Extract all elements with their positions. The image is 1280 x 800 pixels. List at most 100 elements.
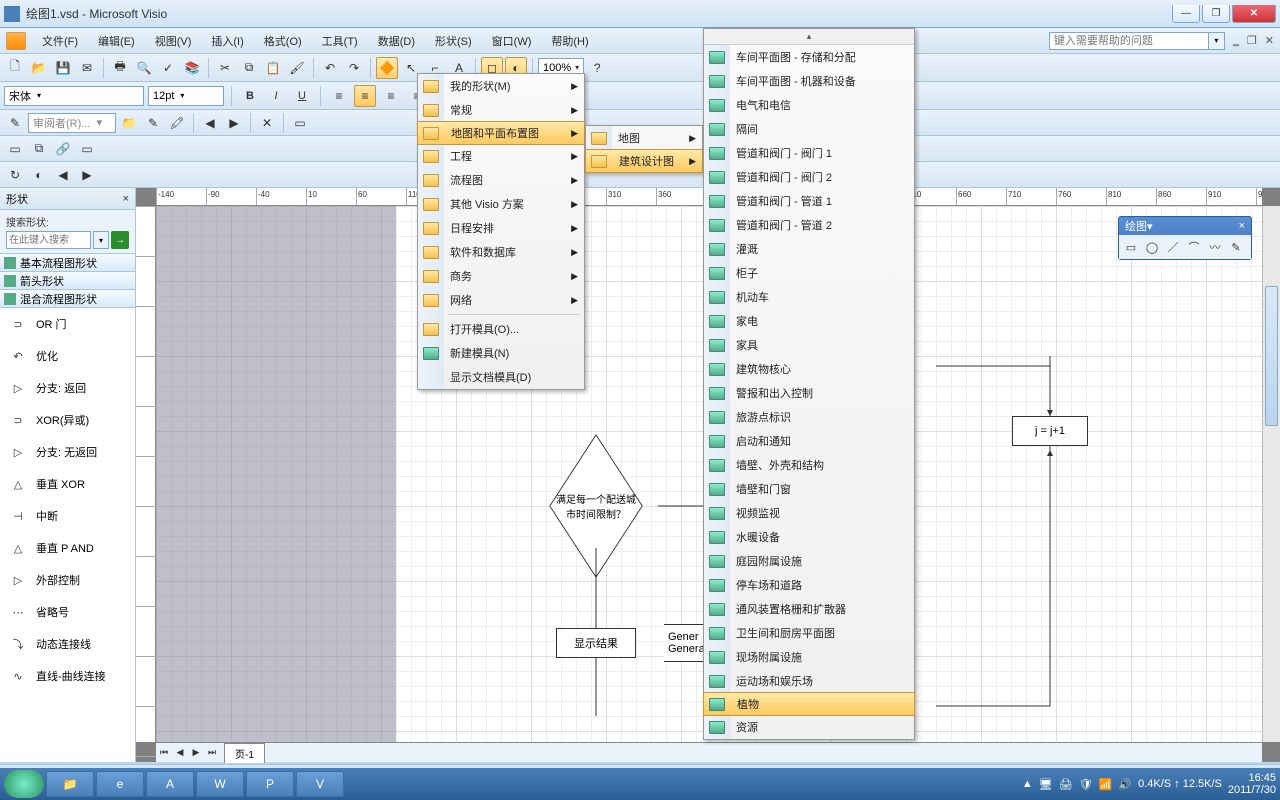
menu-item[interactable]: 建筑物核心 (704, 357, 914, 381)
menu-window[interactable]: 窗口(W) (484, 30, 540, 52)
shape-item[interactable]: ⋯省略号 (0, 596, 135, 628)
menu-item[interactable]: 运动场和娱乐场 (704, 669, 914, 693)
menu-item[interactable]: 旅游点标识 (704, 405, 914, 429)
process-node-1[interactable]: 显示结果 (556, 628, 636, 658)
menu-item[interactable]: 柜子 (704, 261, 914, 285)
menu-item[interactable]: 警报和出入控制 (704, 381, 914, 405)
close-button[interactable]: ✕ (1232, 5, 1276, 23)
shape-item[interactable]: ↶优化 (0, 340, 135, 372)
menu-item[interactable]: 墙壁和门窗 (704, 477, 914, 501)
menu-item[interactable]: 地图▶ (586, 126, 702, 150)
undo-button[interactable]: ↶ (319, 57, 341, 79)
shape-item[interactable]: ∿直线-曲线连接 (0, 660, 135, 692)
menu-item[interactable]: 家电 (704, 309, 914, 333)
menu-item[interactable]: 通风装置格栅和扩散器 (704, 597, 914, 621)
shape-item[interactable]: ⊃OR 门 (0, 308, 135, 340)
menu-item[interactable]: 其他 Visio 方案▶ (418, 192, 584, 216)
stencil-arrow[interactable]: 箭头形状 (0, 272, 135, 290)
menu-item[interactable]: 启动和通知 (704, 429, 914, 453)
decision-node[interactable]: 满足每一个配送城市时间限制？ (536, 464, 656, 548)
menu-item[interactable]: 工程▶ (418, 144, 584, 168)
clock[interactable]: 16:452011/7/30 (1228, 772, 1276, 796)
draw-arc[interactable]: ⌒ (1185, 238, 1203, 256)
page-tab-1[interactable]: 页-1 (224, 743, 265, 763)
shapes-search-go[interactable]: → (111, 231, 129, 249)
menu-item[interactable]: 车间平面图 - 存储和分配 (704, 45, 914, 69)
menu-data[interactable]: 数据(D) (370, 30, 423, 52)
shape-item[interactable]: ▷分支: 返回 (0, 372, 135, 404)
shape-item[interactable]: △垂直 P AND (0, 532, 135, 564)
open-button[interactable]: 📂 (28, 57, 50, 79)
new-button[interactable]: 🗋 (4, 57, 26, 79)
taskbar-explorer[interactable]: 📁 (46, 771, 94, 797)
copy-button[interactable]: ⧉ (238, 57, 260, 79)
menu-item[interactable]: 显示文档模具(D) (418, 365, 584, 389)
rev-next-button[interactable]: ▶ (223, 112, 245, 134)
menu-item[interactable]: 机动车 (704, 285, 914, 309)
rev-pane-button[interactable]: ▭ (289, 112, 311, 134)
research-button[interactable]: 📚 (181, 57, 203, 79)
drawing-close[interactable]: × (1239, 220, 1245, 232)
shapes-close-button[interactable]: × (123, 193, 129, 205)
ex2-1[interactable]: ↻ (4, 164, 26, 186)
menu-item[interactable]: 商务▶ (418, 264, 584, 288)
visio-icon[interactable] (6, 32, 26, 50)
tab-next[interactable]: ▶ (188, 745, 204, 761)
menu-format[interactable]: 格式(O) (256, 30, 310, 52)
drawing-menu-icon[interactable]: ▾ (1147, 220, 1153, 233)
doc-close[interactable]: ✕ (1265, 34, 1274, 47)
maximize-button[interactable]: ❐ (1202, 5, 1230, 23)
ex-1[interactable]: ▭ (4, 138, 26, 160)
stencil-basic[interactable]: 基本流程图形状 (0, 254, 135, 272)
tab-prev[interactable]: ◀ (172, 745, 188, 761)
rev-pen-button[interactable]: ✎ (142, 112, 164, 134)
menu-item[interactable]: 日程安排▶ (418, 216, 584, 240)
menu-item[interactable]: 隔间 (704, 117, 914, 141)
reviewer-select[interactable]: 审阅者(R)...▾ (28, 113, 116, 133)
menu-item[interactable]: 家具 (704, 333, 914, 357)
start-button[interactable] (4, 770, 44, 798)
menu-item[interactable]: 庭园附属设施 (704, 549, 914, 573)
menu-item[interactable]: 软件和数据库▶ (418, 240, 584, 264)
align-left-button[interactable]: ≡ (328, 85, 350, 107)
paste-button[interactable]: 📋 (262, 57, 284, 79)
ex2-2[interactable]: ◐ (28, 164, 50, 186)
draw-line[interactable]: ／ (1164, 238, 1182, 256)
menu-item[interactable]: 车间平面图 - 机器和设备 (704, 69, 914, 93)
shape-item[interactable]: △垂直 XOR (0, 468, 135, 500)
menu-item[interactable]: 现场附属设施 (704, 645, 914, 669)
menu-tools[interactable]: 工具(T) (314, 30, 366, 52)
system-tray[interactable]: ▲🖥🖨🛡📶🔊 0.4K/S ↑ 12.5K/S 16:452011/7/30 (1022, 772, 1276, 796)
help-search-input[interactable] (1049, 32, 1209, 50)
menu-item[interactable]: 管道和阀门 - 阀门 2 (704, 165, 914, 189)
menu-item[interactable]: 水暖设备 (704, 525, 914, 549)
shape-item[interactable]: ▷分支: 无返回 (0, 436, 135, 468)
help-button[interactable]: ? (586, 57, 608, 79)
redo-button[interactable]: ↷ (343, 57, 365, 79)
ex-2[interactable]: ⧉ (28, 138, 50, 160)
shapes-search-input[interactable] (6, 231, 91, 249)
menu-item[interactable]: 建筑设计图▶ (585, 149, 703, 173)
stencil-mixed[interactable]: 混合流程图形状 (0, 290, 135, 308)
menu-item[interactable]: 停车场和道路 (704, 573, 914, 597)
menu-file[interactable]: 文件(F) (34, 30, 86, 52)
doc-minimize[interactable]: ‗ (1233, 35, 1239, 47)
tab-last[interactable]: ⏭ (204, 745, 220, 761)
menu-item[interactable]: 灌溉 (704, 237, 914, 261)
menu-item[interactable]: 网络▶ (418, 288, 584, 312)
menu-item[interactable]: 管道和阀门 - 阀门 1 (704, 141, 914, 165)
menu-item[interactable]: 植物 (703, 692, 915, 716)
tab-first[interactable]: ⏮ (156, 745, 172, 761)
shapes-button[interactable]: 🔶 (376, 57, 398, 79)
scrollbar-vertical[interactable] (1262, 206, 1280, 742)
menu-edit[interactable]: 编辑(E) (90, 30, 143, 52)
drawing-toolbar[interactable]: 绘图▾ × ▭ ◯ ／ ⌒ 〰 ✎ (1118, 216, 1252, 260)
shape-item[interactable]: ⊣中断 (0, 500, 135, 532)
rev-delete-button[interactable]: ✕ (256, 112, 278, 134)
menu-item[interactable]: 新建模具(N) (418, 341, 584, 365)
draw-rect[interactable]: ▭ (1122, 238, 1140, 256)
minimize-button[interactable]: — (1172, 5, 1200, 23)
ex-3[interactable]: 🔗 (52, 138, 74, 160)
underline-button[interactable]: U (291, 85, 313, 107)
save-button[interactable]: 💾 (52, 57, 74, 79)
